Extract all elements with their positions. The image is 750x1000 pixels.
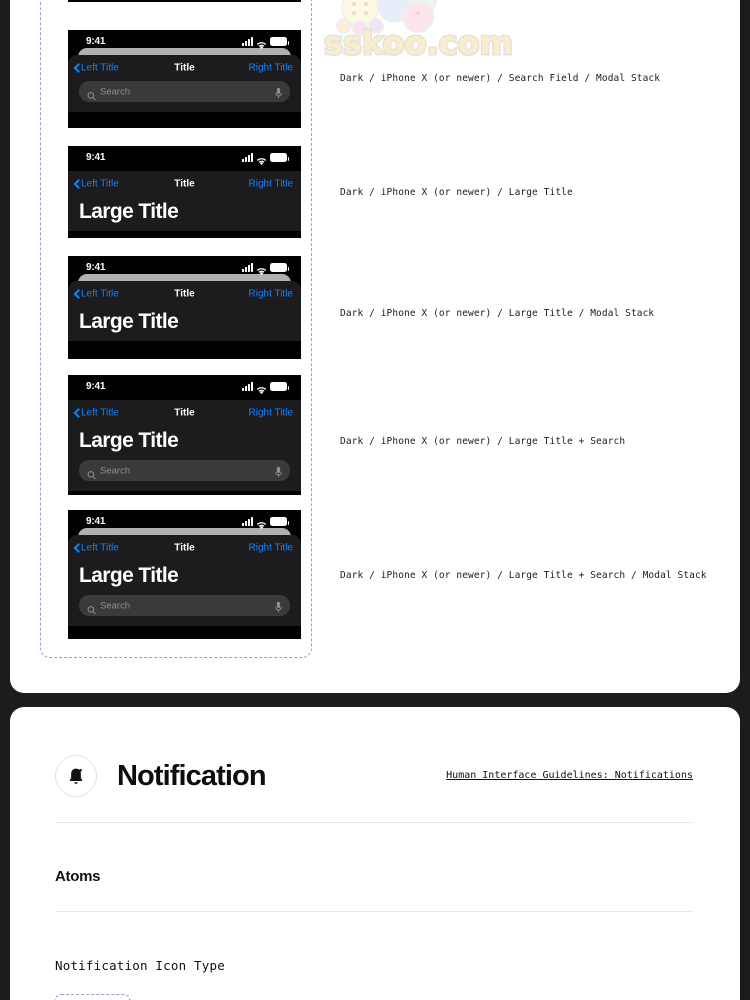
status-bar-icons (242, 263, 289, 276)
iphone-mockup-partial-top (68, 0, 301, 2)
cellular-signal-icon (242, 517, 253, 526)
wifi-icon (256, 153, 267, 166)
search-icon (87, 87, 96, 100)
atoms-heading: Atoms (55, 868, 101, 885)
iphone-mockup-large-title-modal-stack: 9:41 Left Title Title Right Title Large … (68, 256, 301, 359)
nav-chrome: Left Title Title Right Title Large Title… (68, 535, 301, 626)
divider-bottom (55, 911, 693, 912)
search-bar-container: Search (68, 460, 301, 491)
notification-header: Notification (55, 755, 267, 797)
caption-large-title: Dark / iPhone X (or newer) / Large Title (340, 187, 573, 198)
divider-top (55, 822, 693, 823)
search-input[interactable]: Search (79, 595, 290, 616)
status-bar: 9:41 (68, 375, 301, 400)
nav-chrome: Left Title Title Right Title Large Title (68, 171, 301, 231)
notification-icon-type-label: Notification Icon Type (55, 958, 225, 973)
page-root: 9:41 Left Title Title Right Title Search… (0, 0, 750, 1000)
status-bar-icons (242, 37, 289, 50)
right-bar-button[interactable]: Right Title (249, 179, 293, 190)
status-bar-time: 9:41 (86, 36, 106, 47)
notification-card (10, 707, 740, 1000)
right-bar-button[interactable]: Right Title (249, 289, 293, 300)
cellular-signal-icon (242, 382, 253, 391)
battery-icon (270, 517, 289, 526)
bell-icon (55, 755, 97, 797)
navigation-bar: Left Title Title Right Title (68, 171, 301, 197)
search-input[interactable]: Search (79, 81, 290, 102)
nav-chrome: Left Title Title Right Title Large Title (68, 281, 301, 341)
large-title: Large Title (79, 564, 179, 587)
microphone-icon[interactable] (274, 86, 283, 98)
status-bar-time: 9:41 (86, 262, 106, 273)
cellular-signal-icon (242, 263, 253, 272)
wifi-icon (256, 517, 267, 530)
notification-icon-type-outline (55, 994, 130, 1000)
iphone-mockup-large-title: 9:41 Left Title Title Right Title Large … (68, 146, 301, 238)
search-input[interactable]: Search (79, 460, 290, 481)
status-bar-time: 9:41 (86, 152, 106, 163)
status-bar: 9:41 (68, 510, 301, 542)
right-bar-button[interactable]: Right Title (249, 63, 293, 74)
caption-large-title-search: Dark / iPhone X (or newer) / Large Title… (340, 436, 626, 447)
right-bar-button[interactable]: Right Title (249, 543, 293, 554)
large-title: Large Title (79, 429, 179, 452)
status-bar: 9:41 (68, 30, 301, 62)
status-bar-time: 9:41 (86, 381, 106, 392)
status-bar-icons (242, 153, 289, 166)
search-icon (87, 466, 96, 479)
navigation-bar: Left Title Title Right Title (68, 400, 301, 426)
status-bar: 9:41 (68, 146, 301, 171)
wifi-icon (256, 263, 267, 276)
search-placeholder: Search (100, 465, 131, 476)
battery-icon (270, 37, 289, 46)
caption-search-field-modal-stack: Dark / iPhone X (or newer) / Search Fiel… (340, 73, 661, 84)
wifi-icon (256, 382, 267, 395)
search-bar-container: Search (68, 595, 301, 626)
navigation-bar: Left Title Title Right Title (68, 55, 301, 81)
large-title: Large Title (79, 310, 179, 333)
status-bar (68, 0, 301, 2)
microphone-icon[interactable] (274, 600, 283, 612)
status-bar-time: 9:41 (86, 516, 106, 527)
large-title: Large Title (79, 200, 179, 223)
status-bar-icons (242, 382, 289, 395)
guidelines-link[interactable]: Human Interface Guidelines: Notification… (446, 770, 693, 781)
page-title: Notification (117, 759, 267, 792)
display-notch (136, 375, 233, 387)
navigation-bar: Left Title Title Right Title (68, 535, 301, 561)
microphone-icon[interactable] (274, 465, 283, 477)
status-bar-icons (242, 517, 289, 530)
search-bar-container: Search (68, 81, 301, 112)
right-bar-button[interactable]: Right Title (249, 408, 293, 419)
caption-large-title-modal-stack: Dark / iPhone X (or newer) / Large Title… (340, 308, 655, 319)
battery-icon (270, 382, 289, 391)
search-placeholder: Search (100, 600, 131, 611)
nav-chrome: Left Title Title Right Title Search (68, 55, 301, 112)
iphone-mockup-large-title-search: 9:41 Left Title Title Right Title Large … (68, 375, 301, 495)
search-icon (87, 601, 96, 614)
wifi-icon (256, 37, 267, 50)
iphone-mockup-large-title-search-modal-stack: 9:41 Left Title Title Right Title Large … (68, 510, 301, 639)
search-placeholder: Search (100, 86, 131, 97)
cellular-signal-icon (242, 37, 253, 46)
navigation-bar: Left Title Title Right Title (68, 281, 301, 307)
status-bar: 9:41 (68, 256, 301, 288)
display-notch (136, 146, 233, 158)
battery-icon (270, 263, 289, 272)
cellular-signal-icon (242, 153, 253, 162)
nav-chrome: Left Title Title Right Title Large Title… (68, 400, 301, 491)
iphone-mockup-search-field-modal-stack: 9:41 Left Title Title Right Title Search (68, 30, 301, 128)
caption-large-title-search-modal-stack: Dark / iPhone X (or newer) / Large Title… (340, 570, 707, 581)
battery-icon (270, 153, 289, 162)
